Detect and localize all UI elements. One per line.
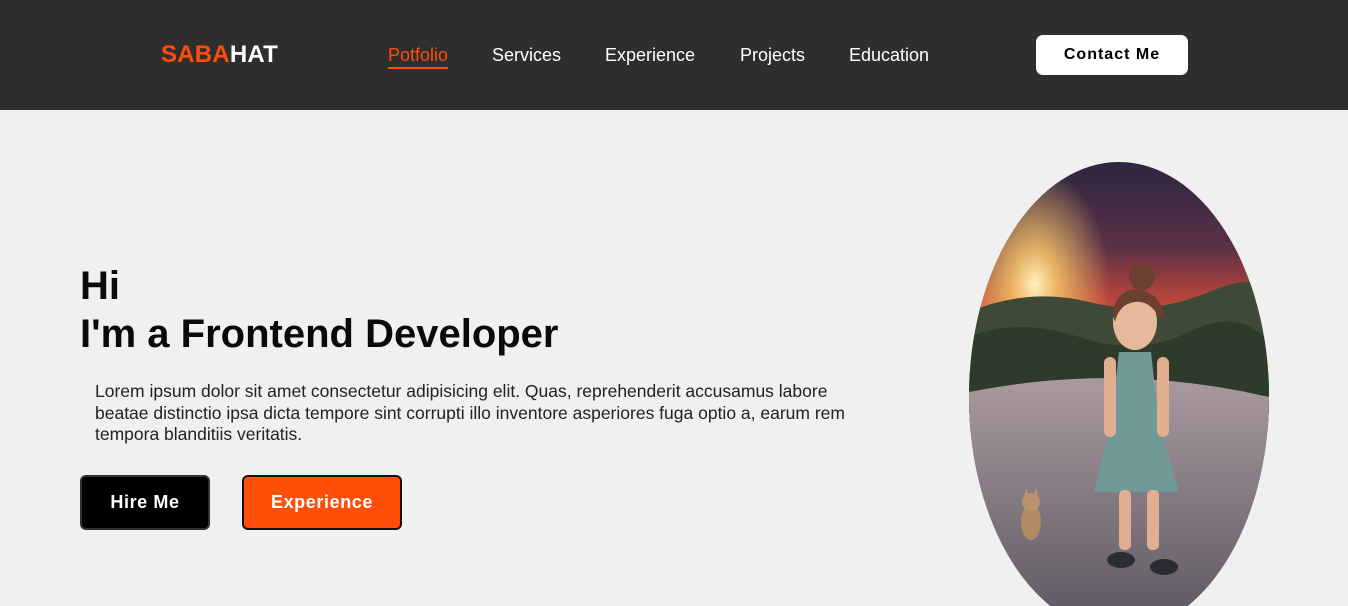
hero-description: Lorem ipsum dolor sit amet consectetur a… — [95, 381, 845, 444]
site-logo[interactable]: SABAHAT — [161, 41, 278, 69]
nav-link-experience[interactable]: Experience — [605, 44, 695, 66]
portrait-image — [969, 162, 1269, 606]
hero-greeting: Hi — [80, 264, 120, 308]
logo-text-main: HAT — [229, 41, 278, 68]
contact-me-button[interactable]: Contact Me — [1036, 35, 1188, 75]
top-navbar: SABAHAT Potfolio Services Experience Pro… — [0, 0, 1348, 110]
nav-link-education[interactable]: Education — [849, 44, 929, 66]
hire-me-button[interactable]: Hire Me — [80, 475, 210, 530]
hero-role: I'm a Frontend Developer — [80, 312, 559, 356]
logo-text-accent: SABA — [161, 41, 230, 68]
nav-link-services[interactable]: Services — [492, 44, 561, 66]
nav-link-projects[interactable]: Projects — [740, 44, 805, 66]
experience-button[interactable]: Experience — [242, 475, 402, 530]
hero-heading: Hi I'm a Frontend Developer — [80, 262, 559, 358]
nav-link-portfolio[interactable]: Potfolio — [388, 44, 449, 69]
portrait-illustration — [969, 162, 1269, 606]
